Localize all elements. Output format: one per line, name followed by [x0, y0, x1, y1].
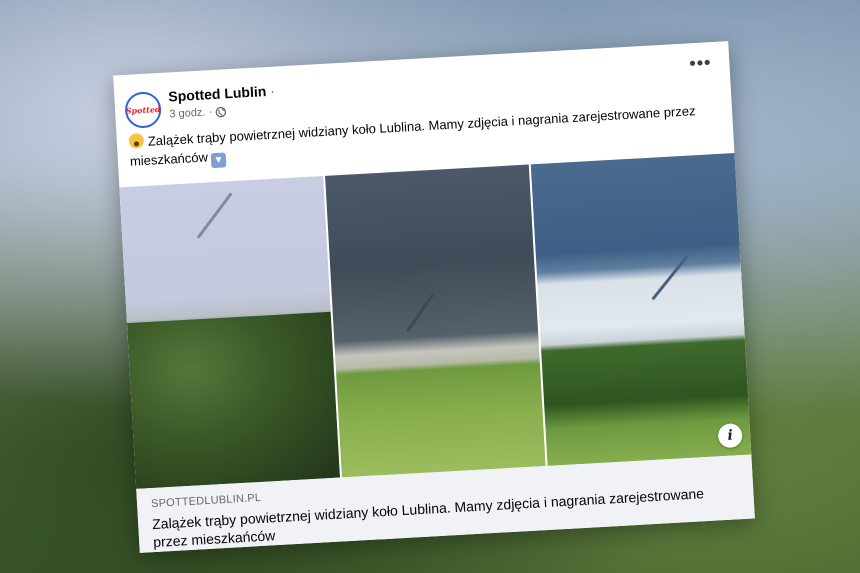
- post-time[interactable]: 3 godz.: [169, 106, 206, 120]
- photo-1-funnel: [196, 192, 233, 239]
- photo-2[interactable]: [325, 164, 546, 478]
- photo-1-trees: [126, 311, 340, 489]
- more-horizontal-icon[interactable]: •••: [689, 52, 712, 74]
- page-name-line: Spotted Lublin ·: [168, 83, 275, 105]
- photo-2-funnel: [405, 293, 435, 333]
- time-separator: ·: [208, 106, 213, 119]
- photo-3[interactable]: i: [530, 153, 752, 466]
- name-separator: ·: [269, 82, 276, 99]
- down-arrow-button-icon: ▼: [210, 152, 227, 169]
- photo-3-funnel: [651, 254, 689, 301]
- avatar-logo-text: Spotted: [125, 103, 161, 116]
- info-icon[interactable]: i: [717, 423, 743, 449]
- page-name[interactable]: Spotted Lublin: [168, 83, 267, 104]
- face-screaming-in-fear-icon: [128, 132, 145, 149]
- page-avatar[interactable]: Spotted: [124, 90, 163, 129]
- photo-collage[interactable]: i: [119, 153, 752, 489]
- facebook-post-card: Spotted Spotted Lublin · 3 godz. · ••• Z…: [113, 41, 755, 553]
- globe-icon: [215, 106, 227, 118]
- photo-1[interactable]: [119, 176, 340, 489]
- post-meta: 3 godz. ·: [169, 105, 226, 120]
